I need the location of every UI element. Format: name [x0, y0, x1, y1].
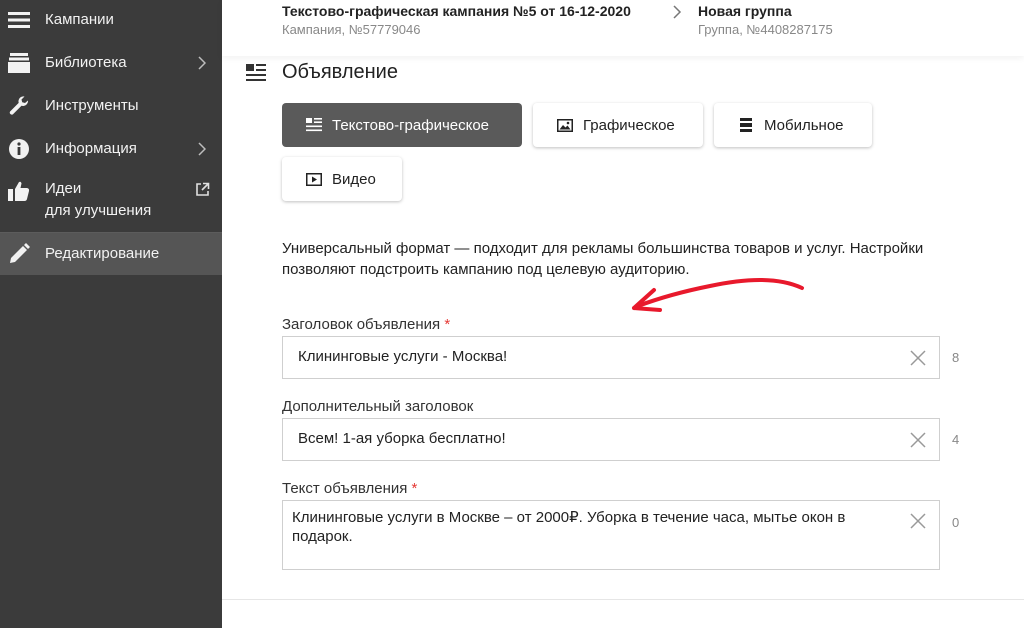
- breadcrumb-group-sub: Группа, №4408287175: [698, 22, 833, 37]
- external-link-icon: [194, 181, 210, 197]
- ad-text-label: Текст объявления *: [282, 480, 418, 497]
- sidebar-item-label-line2: для улучшения: [45, 202, 152, 219]
- format-graphic-button[interactable]: Графическое: [533, 103, 703, 147]
- format-button-label: Графическое: [583, 116, 675, 134]
- text-graphic-icon: [306, 117, 322, 133]
- wrench-icon: [7, 94, 31, 118]
- format-text-graphic-button[interactable]: Текстово-графическое: [282, 103, 522, 147]
- sidebar-item-tools[interactable]: Инструменты: [0, 94, 222, 118]
- library-icon: [7, 51, 31, 75]
- breadcrumb-campaign-title[interactable]: Текстово-графическая кампания №5 от 16-1…: [282, 3, 631, 19]
- format-mobile-button[interactable]: Мобильное: [714, 103, 872, 147]
- headline-counter: 8: [952, 350, 960, 365]
- headline-input-value: Клининговые услуги - Москва!: [298, 348, 508, 365]
- headline-input[interactable]: Клининговые услуги - Москва!: [282, 336, 940, 379]
- required-mark: *: [411, 480, 418, 497]
- pencil-icon: [7, 242, 31, 266]
- video-icon: [306, 171, 322, 187]
- subheadline-input-value: Всем! 1-ая уборка бесплатно!: [298, 430, 506, 447]
- thumb-up-icon: [7, 179, 31, 203]
- image-icon: [557, 117, 573, 133]
- clear-icon[interactable]: [909, 512, 927, 530]
- breadcrumb-campaign-sub: Кампания, №57779046: [282, 22, 421, 37]
- headline-label: Заголовок объявления *: [282, 316, 451, 333]
- required-mark: *: [444, 316, 451, 333]
- menu-icon: [7, 8, 31, 32]
- divider: [222, 599, 1024, 600]
- format-button-label: Видео: [332, 170, 376, 188]
- sidebar-item-editing[interactable]: Редактирование: [0, 233, 222, 275]
- clear-icon[interactable]: [909, 349, 927, 367]
- sidebar: Кампании Библиотека Инструменты Информац…: [0, 0, 222, 628]
- subheadline-counter: 4: [952, 432, 960, 447]
- breadcrumb-group-title[interactable]: Новая группа: [698, 3, 792, 19]
- chevron-right-icon: [672, 4, 686, 20]
- subheadline-input[interactable]: Всем! 1-ая уборка бесплатно!: [282, 418, 940, 461]
- subheadline-label: Дополнительный заголовок: [282, 398, 474, 415]
- sidebar-item-label: Библиотека: [45, 54, 127, 71]
- sidebar-item-ideas[interactable]: Идеи для улучшения: [0, 179, 222, 223]
- format-video-button[interactable]: Видео: [282, 157, 402, 201]
- section-title: Объявление: [282, 61, 398, 83]
- chevron-right-icon: [196, 53, 208, 73]
- info-icon: [7, 137, 31, 161]
- sidebar-item-label: Идеи: [45, 180, 82, 197]
- sidebar-item-label: Информация: [45, 140, 137, 157]
- format-button-label: Мобильное: [764, 116, 844, 134]
- breadcrumb: Текстово-графическая кампания №5 от 16-1…: [222, 0, 1024, 56]
- ad-text-counter: 0: [952, 515, 960, 530]
- mobile-icon: [738, 117, 754, 133]
- sidebar-item-library[interactable]: Библиотека: [0, 51, 222, 75]
- sidebar-item-label: Редактирование: [45, 245, 160, 262]
- ad-text-value: Клининговые услуги в Москве – от 2000₽. …: [292, 509, 846, 545]
- sidebar-item-information[interactable]: Информация: [0, 137, 222, 161]
- format-button-label: Текстово-графическое: [332, 116, 490, 134]
- annotation-arrow-icon: [632, 278, 804, 312]
- sidebar-item-label: Кампании: [45, 11, 114, 28]
- sidebar-item-campaigns[interactable]: Кампании: [0, 8, 222, 32]
- ad-text-textarea[interactable]: Клининговые услуги в Москве – от 2000₽. …: [282, 500, 940, 570]
- clear-icon[interactable]: [909, 431, 927, 449]
- ad-section-icon: [246, 64, 266, 82]
- chevron-right-icon: [196, 139, 208, 159]
- sidebar-item-label: Инструменты: [45, 97, 139, 114]
